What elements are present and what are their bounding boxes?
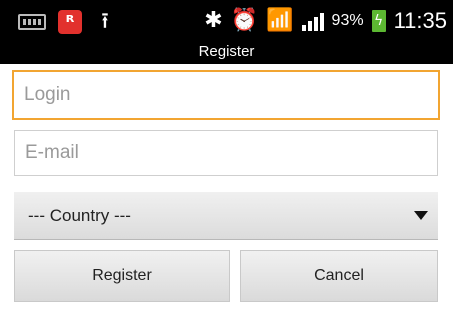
status-bar: ᴿ ⭱ ✱ ⏰ 📶 93% ϟ 11:35 [0, 0, 453, 42]
bluetooth-icon: ✱ [204, 8, 223, 33]
upload-icon: ⭱ [101, 9, 109, 34]
battery-charging-icon: ϟ [371, 10, 386, 32]
country-select[interactable]: --- Country --- [14, 192, 438, 240]
email-field[interactable]: E-mail [14, 130, 438, 176]
login-field[interactable]: Login [12, 70, 440, 120]
app-icon: ᴿ [58, 10, 82, 34]
keyboard-icon [18, 14, 46, 30]
clock: 11:35 [393, 8, 447, 33]
cancel-button[interactable]: Cancel [240, 250, 438, 302]
alarm-icon: ⏰ [230, 8, 259, 33]
country-select-value: --- Country --- [28, 206, 131, 225]
register-button[interactable]: Register [14, 250, 230, 302]
register-form: Login E-mail --- Country --- Register Ca… [0, 64, 453, 311]
page-title: Register [198, 43, 255, 60]
battery-percent: 93% [331, 12, 364, 29]
signal-icon [301, 11, 324, 31]
dropdown-arrow-icon [414, 211, 428, 220]
wifi-icon: 📶 [266, 8, 294, 33]
